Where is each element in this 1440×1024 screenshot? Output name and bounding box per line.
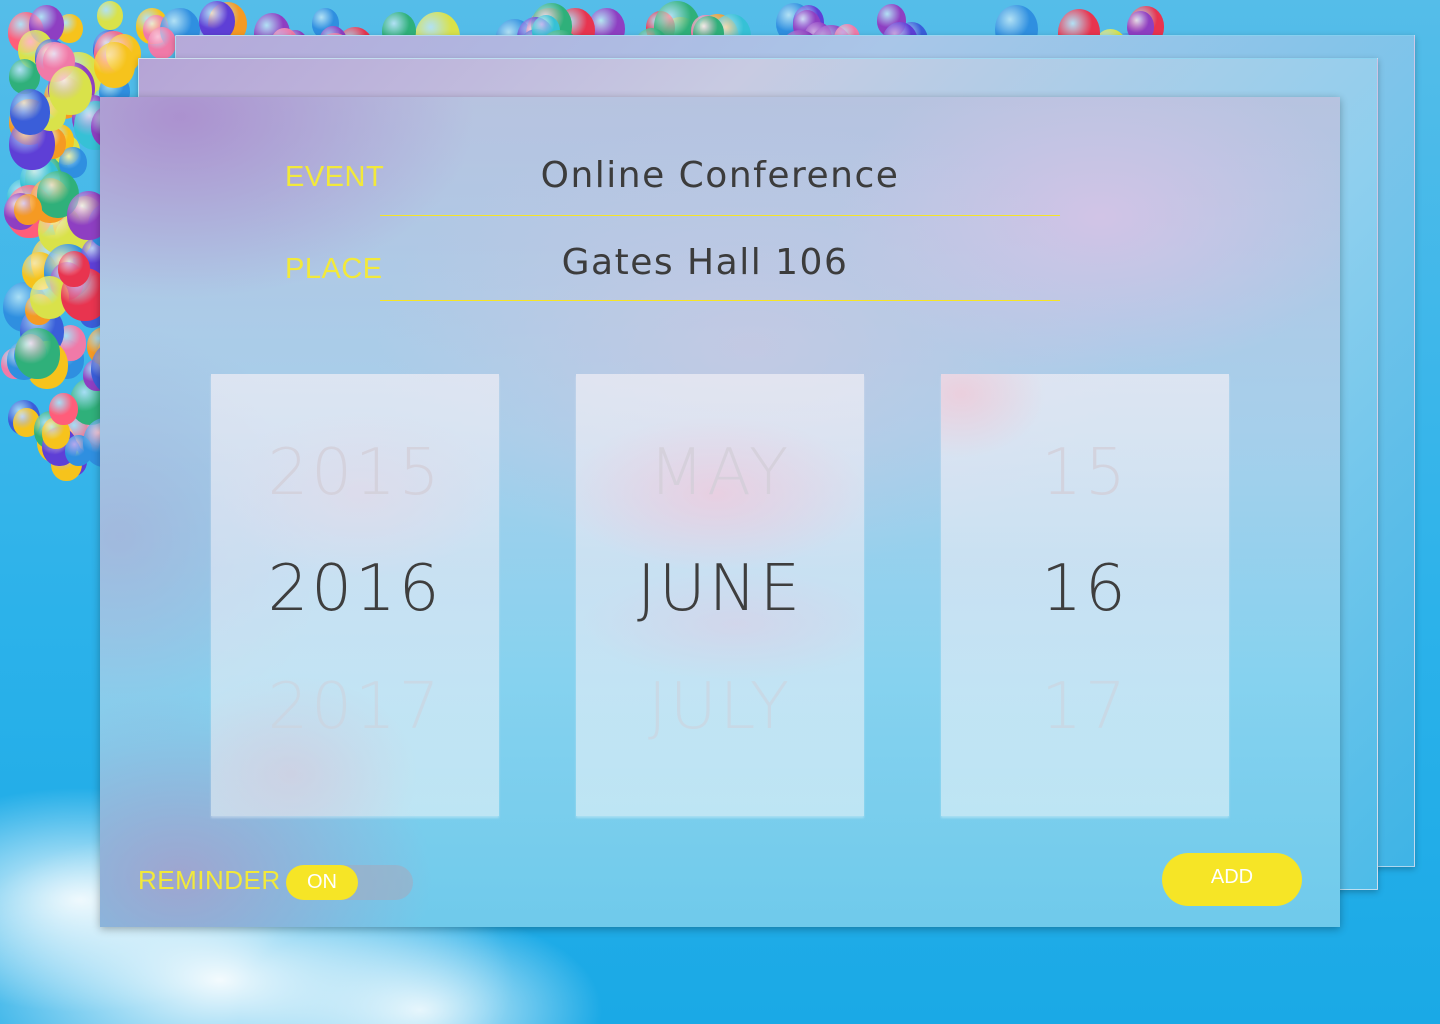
reminder-label: REMINDER [138, 865, 281, 895]
balloon-shape [58, 251, 90, 288]
event-input[interactable]: Online Conference [380, 155, 1060, 196]
month-option-next[interactable]: JULY [576, 670, 864, 744]
year-option-prev[interactable]: 2015 [211, 436, 499, 510]
year-picker[interactable]: 2015 2016 2017 [211, 374, 499, 816]
event-underline [380, 215, 1060, 216]
balloon-shape [48, 66, 93, 116]
day-option-prev[interactable]: 15 [941, 436, 1229, 510]
balloon-shape [13, 193, 42, 226]
reminder-toggle-knob[interactable]: ON [286, 865, 358, 900]
balloon-shape [9, 89, 51, 135]
place-underline [380, 300, 1060, 301]
year-option-selected[interactable]: 2016 [211, 552, 499, 626]
place-input[interactable]: Gates Hall 106 [340, 242, 1070, 283]
balloon-shape [147, 26, 176, 59]
balloon-shape [93, 42, 135, 89]
year-option-next[interactable]: 2017 [211, 670, 499, 744]
month-picker[interactable]: MAY JUNE JULY [576, 374, 864, 816]
event-label: EVENT [285, 161, 385, 193]
balloon-shape [14, 327, 61, 380]
balloon-shape [49, 392, 79, 425]
month-option-prev[interactable]: MAY [576, 436, 864, 510]
month-option-selected[interactable]: JUNE [576, 552, 864, 626]
balloon-shape [96, 0, 123, 31]
event-card: EVENT Online Conference PLACE Gates Hall… [100, 97, 1340, 927]
day-picker[interactable]: 15 16 17 [941, 374, 1229, 816]
day-option-selected[interactable]: 16 [941, 552, 1229, 626]
reminder-toggle[interactable]: ON [286, 865, 413, 900]
day-option-next[interactable]: 17 [941, 670, 1229, 744]
add-button[interactable]: ADD [1162, 853, 1302, 906]
